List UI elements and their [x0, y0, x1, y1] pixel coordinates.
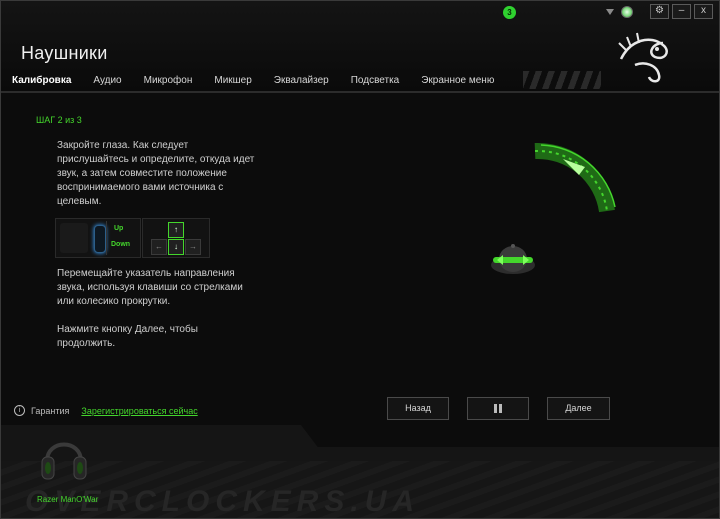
info-icon: i [14, 405, 25, 416]
headset-icon[interactable] [39, 431, 89, 487]
listener-head-icon [491, 244, 535, 274]
header-divider [1, 91, 719, 93]
tab-lighting[interactable]: Подсветка [340, 71, 411, 91]
tab-bar: Калибровка Аудио Микрофон Микшер Эквалай… [1, 71, 601, 93]
warranty-row: i Гарантия Зарегистрироваться сейчас [14, 405, 198, 416]
arrow-down-icon: ↓ [168, 239, 184, 255]
tab-equalizer[interactable]: Эквалайзер [263, 71, 340, 91]
divider [106, 221, 107, 255]
step-indicator: ШАГ 2 из 3 [36, 115, 82, 125]
tab-microphone[interactable]: Микрофон [133, 71, 204, 91]
dropdown-icon[interactable] [606, 8, 614, 15]
key-down-label: Down [111, 241, 131, 248]
tab-calibration[interactable]: Калибровка [1, 71, 83, 93]
tab-mixer[interactable]: Микшер [203, 71, 262, 91]
key-up-label: Up [114, 225, 124, 232]
tab-osd[interactable]: Экранное меню [410, 71, 505, 91]
mouse-illustration: Up Down [55, 218, 141, 258]
arrow-up-icon: ↑ [168, 222, 184, 238]
instruction-text-3: Нажмите кнопку Далее, чтобы продолжить. [57, 324, 198, 349]
pause-button[interactable] [467, 397, 529, 420]
mouse-body-icon [60, 223, 88, 253]
next-button[interactable]: Далее [547, 397, 610, 420]
pause-icon [494, 404, 502, 414]
close-button[interactable]: x [694, 4, 713, 19]
sound-direction-indicator[interactable] [527, 141, 617, 221]
settings-button[interactable]: ⚙ [650, 4, 669, 19]
scroll-wheel-icon [94, 225, 106, 253]
back-button[interactable]: Назад [387, 397, 449, 420]
razer-logo-icon [618, 32, 668, 83]
minimize-button[interactable]: – [672, 4, 691, 19]
footer-notch [301, 425, 719, 447]
arrow-keys-illustration: ↑ ← ↓ → [142, 218, 210, 258]
warranty-label: Гарантия [31, 405, 70, 416]
footer: OVERCLOCKERS.UA Razer ManO'War [1, 425, 719, 518]
device-name: Razer ManO'War [37, 495, 99, 504]
arrow-right-icon: → [185, 239, 201, 255]
instruction-text-2: Перемещайте указатель направления звука,… [57, 268, 243, 307]
sync-status-icon[interactable] [621, 5, 633, 18]
arrow-left-icon: ← [151, 239, 167, 255]
notification-badge[interactable]: 3 [503, 6, 516, 19]
page-title: Наушники [21, 43, 108, 63]
register-now-link[interactable]: Зарегистрироваться сейчас [81, 406, 197, 416]
app-window: 3 ⚙ – x Наушники Калибровка Аудио Микроф… [0, 0, 720, 519]
window-controls: ⚙ – x [606, 4, 713, 19]
instruction-text-1: Закройте глаза. Как следует прислушайтес… [57, 140, 255, 207]
tab-audio[interactable]: Аудио [82, 71, 132, 91]
tab-decoration [523, 71, 601, 89]
header: 3 ⚙ – x Наушники Калибровка Аудио Микроф… [1, 1, 719, 93]
